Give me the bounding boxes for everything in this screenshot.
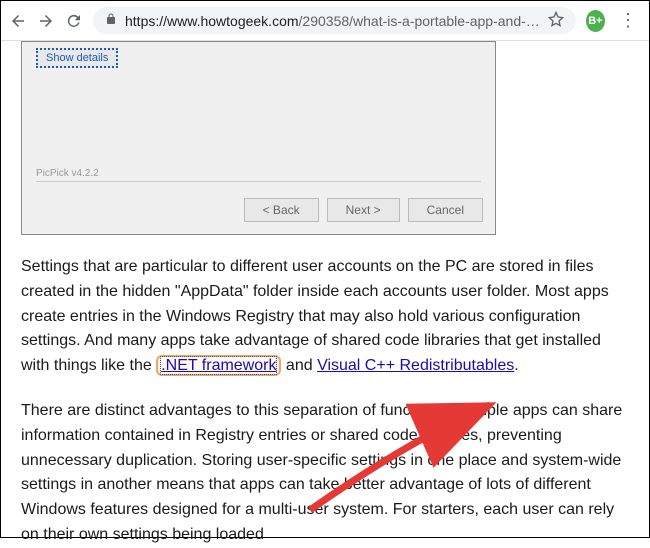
browser-toolbar: https://www.howtogeek.com/290358/what-is… bbox=[1, 1, 649, 41]
bookmark-star-icon[interactable] bbox=[548, 11, 564, 30]
wizard-next-button: Next > bbox=[327, 198, 400, 222]
arrow-left-icon bbox=[9, 12, 27, 30]
article-paragraph-2: There are distinct advantages to this se… bbox=[21, 399, 629, 548]
wizard-back-button: < Back bbox=[244, 198, 319, 222]
back-button[interactable] bbox=[9, 12, 27, 30]
address-bar[interactable]: https://www.howtogeek.com/290358/what-is… bbox=[93, 7, 576, 34]
embedded-wizard-image: Show details PicPick v4.2.2 < Back Next … bbox=[21, 41, 496, 235]
arrow-right-icon bbox=[37, 12, 55, 30]
highlighted-link-box: .NET framework bbox=[156, 355, 281, 376]
wizard-cancel-button: Cancel bbox=[408, 198, 483, 222]
net-framework-link[interactable]: .NET framework bbox=[160, 356, 277, 375]
lock-icon bbox=[105, 12, 117, 29]
profile-badge[interactable]: B+ bbox=[586, 10, 605, 32]
reload-button[interactable] bbox=[65, 12, 83, 30]
url-text: https://www.howtogeek.com/290358/what-is… bbox=[125, 13, 540, 29]
version-label: PicPick v4.2.2 bbox=[36, 168, 481, 182]
forward-button[interactable] bbox=[37, 12, 55, 30]
vcpp-link[interactable]: Visual C++ Redistributables bbox=[317, 357, 514, 374]
menu-button[interactable]: ⋮ bbox=[615, 10, 641, 31]
show-details-button: Show details bbox=[36, 48, 118, 68]
reload-icon bbox=[65, 12, 83, 30]
page-content: Show details PicPick v4.2.2 < Back Next … bbox=[1, 41, 649, 548]
article-paragraph-1: Settings that are particular to differen… bbox=[21, 255, 629, 379]
